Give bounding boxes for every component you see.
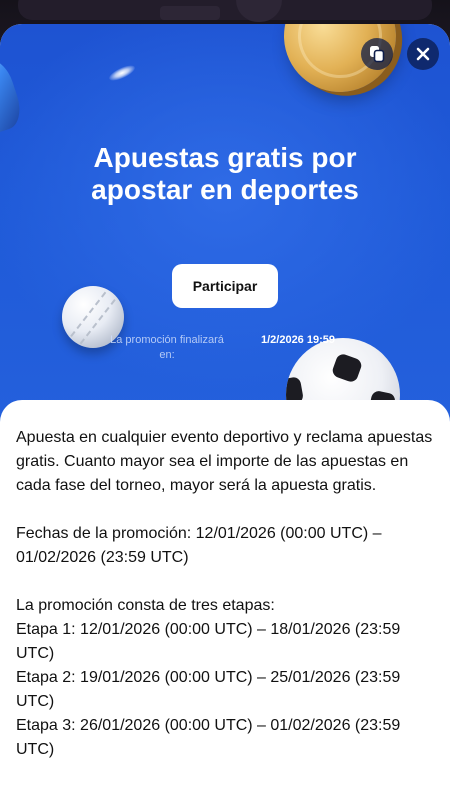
promotion-hero-banner: Apuestas gratis por apostar en deportes …: [0, 24, 450, 424]
promotion-dates: Fechas de la promoción: 12/01/2026 (00:0…: [16, 525, 382, 566]
promotion-ends-label: La promoción finalizará en:: [110, 334, 224, 361]
close-button[interactable]: [407, 38, 439, 70]
stage-item: Etapa 1: 12/01/2026 (00:00 UTC) – 18/01/…: [16, 621, 401, 662]
background-shape: [160, 6, 220, 20]
background-card: [18, 0, 432, 20]
stage-item: Etapa 2: 19/01/2026 (00:00 UTC) – 25/01/…: [16, 669, 401, 710]
promotion-sheet: Apuestas gratis por apostar en deportes …: [0, 24, 450, 800]
stage-item: Etapa 3: 26/01/2026 (00:00 UTC) – 01/02/…: [16, 717, 401, 758]
gold-coin-illustration: [265, 24, 415, 111]
description-intro: Apuesta en cualquier evento deportivo y …: [16, 429, 433, 494]
promotion-title: Apuestas gratis por apostar en deportes: [91, 142, 359, 205]
decorative-shape: [0, 54, 27, 138]
light-streak-decoration: [107, 62, 137, 84]
promotion-description-panel: Apuesta en cualquier evento deportivo y …: [0, 400, 450, 800]
promotion-description: Apuesta en cualquier evento deportivo y …: [16, 426, 436, 762]
promotion-ends-value: 1/2/2026 19:59: [260, 334, 335, 346]
stages-heading: La promoción consta de tres etapas:: [16, 597, 275, 614]
copy-button[interactable]: [361, 38, 393, 70]
participate-button[interactable]: Participar: [172, 264, 278, 308]
copy-icon: [370, 46, 385, 63]
close-icon: [416, 47, 430, 61]
